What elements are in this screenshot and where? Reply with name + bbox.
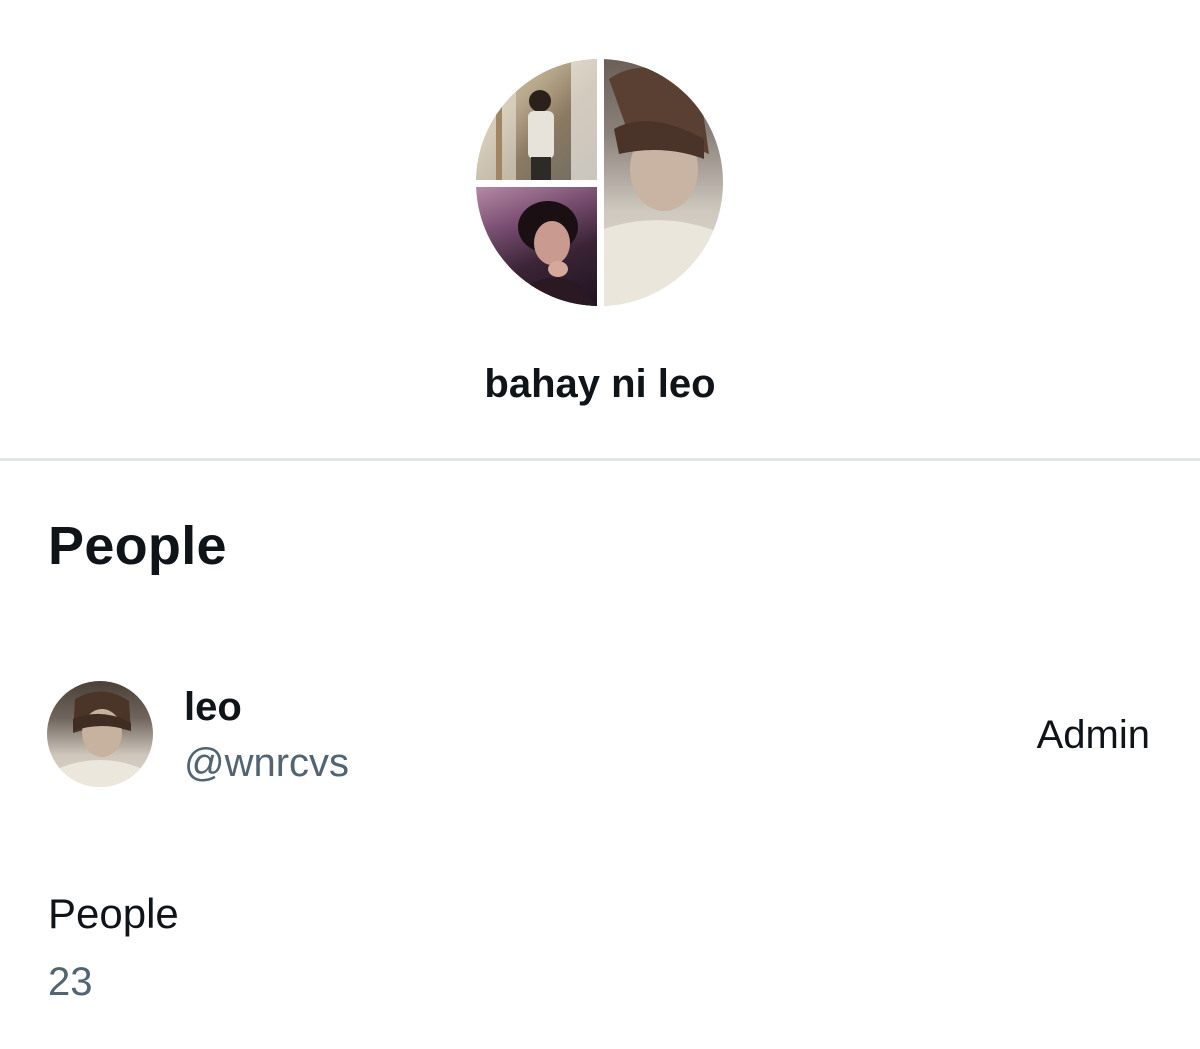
people-count-value: 23 (48, 960, 93, 1004)
section-divider (0, 458, 1200, 461)
member-handle[interactable]: @wnrcvs (184, 738, 349, 788)
group-avatar-photo-2 (476, 187, 597, 306)
avatar[interactable] (47, 681, 153, 787)
member-name[interactable]: leo (184, 682, 242, 732)
group-avatar-photo-1 (476, 59, 597, 180)
people-count-label: People (48, 890, 179, 937)
group-avatar[interactable] (476, 59, 723, 306)
group-name: bahay ni leo (484, 362, 716, 406)
people-heading: People (48, 516, 227, 576)
group-avatar-photo-3 (604, 59, 723, 306)
member-role-badge: Admin (1036, 713, 1150, 757)
member-row[interactable]: leo @wnrcvs Admin (0, 670, 1200, 800)
